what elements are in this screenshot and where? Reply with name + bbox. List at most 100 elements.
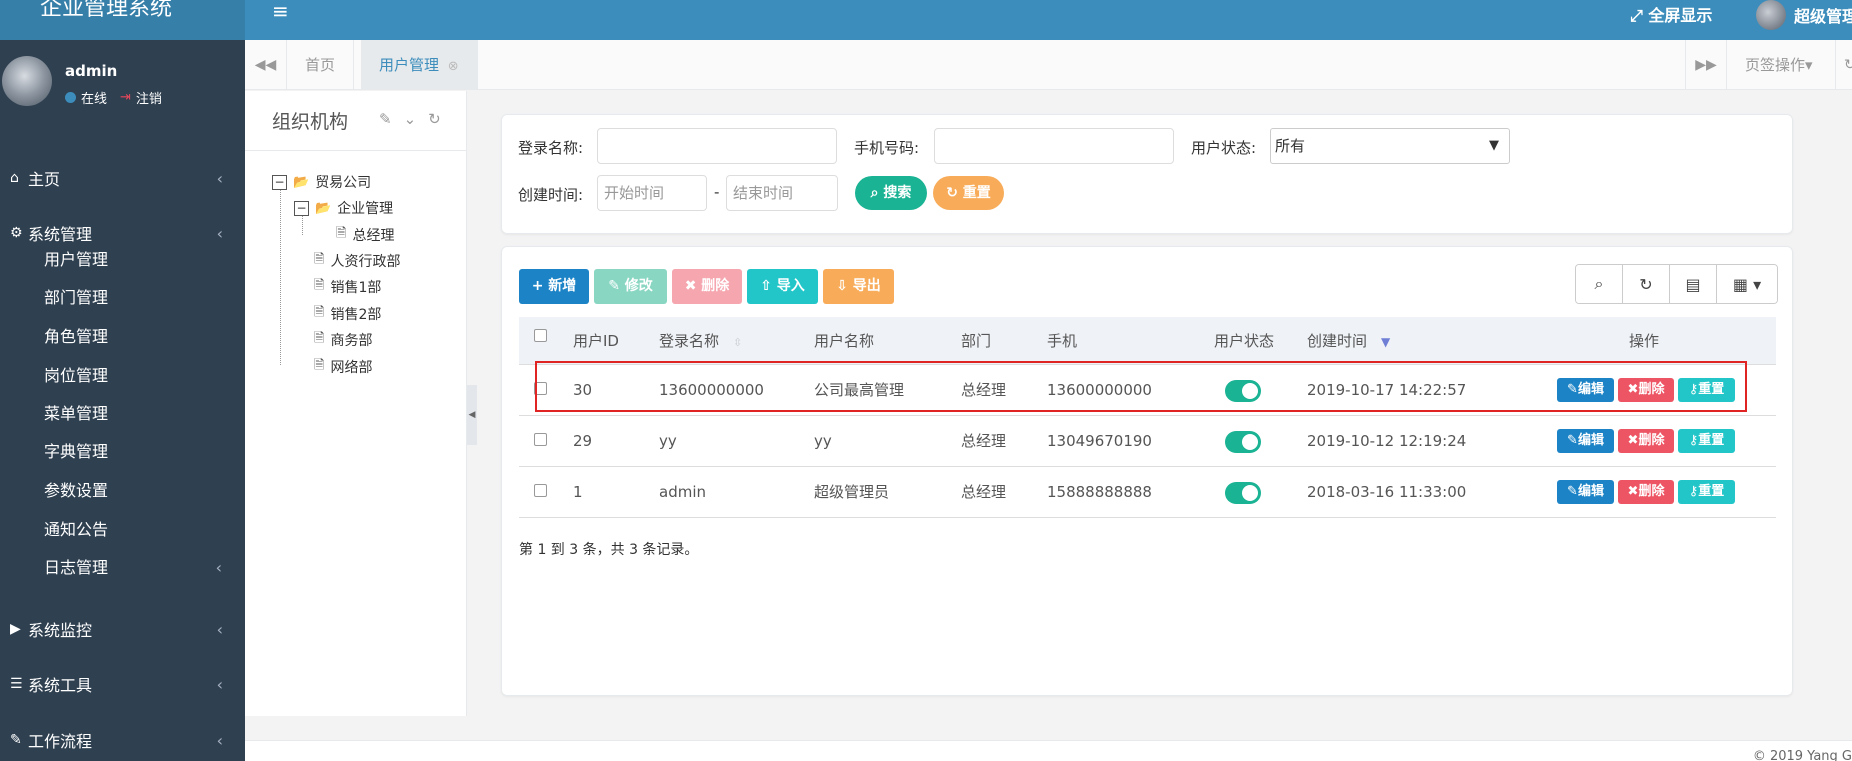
row-reset-button[interactable]: ⚷重置 [1678,480,1735,504]
table-row[interactable]: 1 admin 超级管理员 总经理 15888888888 2018-03-16… [519,467,1776,518]
sidebar-subitem-depts[interactable]: 部门管理 [44,280,244,316]
tab-ops-dropdown[interactable]: 页签操作▾ [1745,40,1813,90]
end-time-input[interactable]: 结束时间 [726,175,838,211]
sidebar-subitem-users[interactable]: 用户管理 [44,242,244,278]
row-reset-button[interactable]: ⚷重置 [1678,429,1735,453]
row-checkbox[interactable] [534,484,547,497]
tree-node-hr[interactable]: 🗎 人资行政部 [314,250,400,272]
col-login-name[interactable]: 登录名称 ⇳ [659,317,742,367]
col-status[interactable]: 用户状态 [1214,317,1274,365]
sidebar-item-tools[interactable]: ☰ 系统工具 ‹ [0,664,245,704]
row-checkbox[interactable] [534,433,547,446]
logout-icon[interactable]: ⇥ [120,90,131,105]
sidebar-subitem-menus[interactable]: 菜单管理 [44,396,244,432]
login-name-label: 登录名称: [518,139,584,157]
bars-icon: ☰ [10,676,23,692]
sidebar-item-workflow[interactable]: ✎ 工作流程 ‹ [0,720,245,760]
row-delete-button[interactable]: ✖删除 [1618,378,1674,402]
edit-icon: ✎ [1567,382,1578,397]
date-range-dash: - [714,183,720,201]
col-dept[interactable]: 部门 [961,317,991,365]
sidebar-subitem-roles[interactable]: 角色管理 [44,319,244,355]
refresh-table-icon[interactable]: ↻ [1623,265,1670,303]
table-row[interactable]: 29 yy yy 总经理 13049670190 2019-10-12 12:1… [519,416,1776,467]
export-button[interactable]: ⇩ 导出 [823,269,894,304]
edit-icon[interactable]: ✎ [379,110,392,128]
tree-node-label: 销售1部 [330,280,382,296]
collapse-toggle-icon[interactable]: − [272,174,287,190]
table-row[interactable]: 30 13600000000 公司最高管理 总经理 13600000000 20… [519,365,1776,416]
status-select[interactable]: 所有 ▼ [1270,128,1510,164]
edit-button[interactable]: ✎ 修改 [594,269,667,304]
select-all-checkbox[interactable] [534,329,547,342]
col-created[interactable]: 创建时间 ▼ [1307,317,1390,366]
start-time-input[interactable]: 开始时间 [597,175,707,211]
sidebar-item-home[interactable]: ⌂ 主页 ‹ [0,158,245,198]
sort-icon: ⇳ [733,336,743,349]
avatar[interactable] [2,56,52,106]
collapse-toggle-icon[interactable]: − [294,200,309,216]
import-button[interactable]: ⇧ 导入 [747,269,818,304]
sidebar-subitem-config[interactable]: 参数设置 [44,473,244,509]
chevron-down-icon[interactable]: ⌄ [404,110,417,128]
row-delete-button[interactable]: ✖删除 [1618,429,1674,453]
toggle-view-icon[interactable]: ▤ [1670,265,1717,303]
col-user-id[interactable]: 用户ID [573,317,619,365]
col-actions: 操作 [1629,332,1660,350]
status-toggle[interactable] [1225,482,1261,504]
login-name-input[interactable] [597,128,837,164]
folder-open-icon: 📂 [293,174,310,190]
logout-link[interactable]: 注销 [136,88,162,107]
row-checkbox[interactable] [534,382,547,395]
sidebar-subitem-notice[interactable]: 通知公告 [44,512,244,548]
brand-title: 企业管理系统 [0,0,245,40]
status-toggle[interactable] [1225,431,1261,453]
refresh-tab-icon[interactable]: ↻ [1835,40,1852,90]
cell-login-name: 13600000000 [659,381,764,399]
org-panel: 组织机构 ✎ ⌄ ↻ − 📂 贸易公司 − 📂 企业管理 🗎 总经理 🗎 人资行… [245,91,467,761]
import-button-label: 导入 [776,278,805,294]
tree-node-sales2[interactable]: 🗎 销售2部 [314,303,381,325]
col-user-name[interactable]: 用户名称 [814,317,874,365]
tabs-scroll-right-icon[interactable]: ▶▶ [1685,40,1727,90]
row-edit-button[interactable]: ✎编辑 [1557,429,1614,453]
user-menu[interactable]: 超级管理 [1756,0,1852,30]
sidebar-subitem-logs[interactable]: 日志管理 ‹ [44,550,244,586]
file-icon: 🗎 [314,358,325,373]
menu-toggle-icon[interactable]: ≡ [272,0,289,22]
close-icon[interactable]: ⊗ [448,59,459,74]
pagination-info: 第 1 到 3 条，共 3 条记录。 [519,542,699,558]
sidebar-item-monitor[interactable]: ▶ 系统监控 ‹ [0,609,245,649]
add-button[interactable]: + 新增 [519,269,589,304]
delete-button-label: 删除 [701,278,730,294]
tree-node-child[interactable]: 🗎 总经理 [336,224,394,246]
tab-user-management[interactable]: 用户管理 ⊗ [361,40,478,90]
reset-button[interactable]: ↻ 重置 [933,176,1004,210]
row-edit-button[interactable]: ✎编辑 [1557,378,1614,402]
tree-node-root[interactable]: − 📂 贸易公司 [272,171,371,193]
sidebar-subitem-dicts[interactable]: 字典管理 [44,434,244,470]
col-phone[interactable]: 手机 [1047,317,1077,365]
tree-node-network[interactable]: 🗎 网络部 [314,356,372,378]
tree-node-sales1[interactable]: 🗎 销售1部 [314,276,381,298]
fullscreen-button[interactable]: ⤢ 全屏显示 [1630,2,1712,26]
row-delete-button[interactable]: ✖删除 [1618,480,1674,504]
delete-button[interactable]: ✖ 删除 [672,269,742,304]
tree-node-business[interactable]: 🗎 商务部 [314,329,372,351]
tab-home[interactable]: 首页 [287,40,355,90]
tree-node-group[interactable]: − 📂 企业管理 [294,197,393,219]
sidebar-item-label: 日志管理 [44,558,109,577]
refresh-icon[interactable]: ↻ [428,110,441,128]
search-button[interactable]: ⌕ 搜索 [855,176,927,210]
sidebar-subitem-posts[interactable]: 岗位管理 [44,358,244,394]
phone-input[interactable] [934,128,1174,164]
created-label: 创建时间: [518,186,584,204]
columns-dropdown-icon[interactable]: ▦ ▾ [1717,265,1777,303]
tabs-scroll-left-icon[interactable]: ◀◀ [245,40,287,90]
search-toggle-icon[interactable]: ⌕ [1576,265,1623,303]
sidebar-item-label: 主页 [28,170,61,189]
row-reset-button[interactable]: ⚷重置 [1678,378,1735,402]
collapse-panel-icon[interactable]: ◀ [467,385,477,445]
status-toggle[interactable] [1225,380,1261,402]
row-edit-button[interactable]: ✎编辑 [1557,480,1614,504]
